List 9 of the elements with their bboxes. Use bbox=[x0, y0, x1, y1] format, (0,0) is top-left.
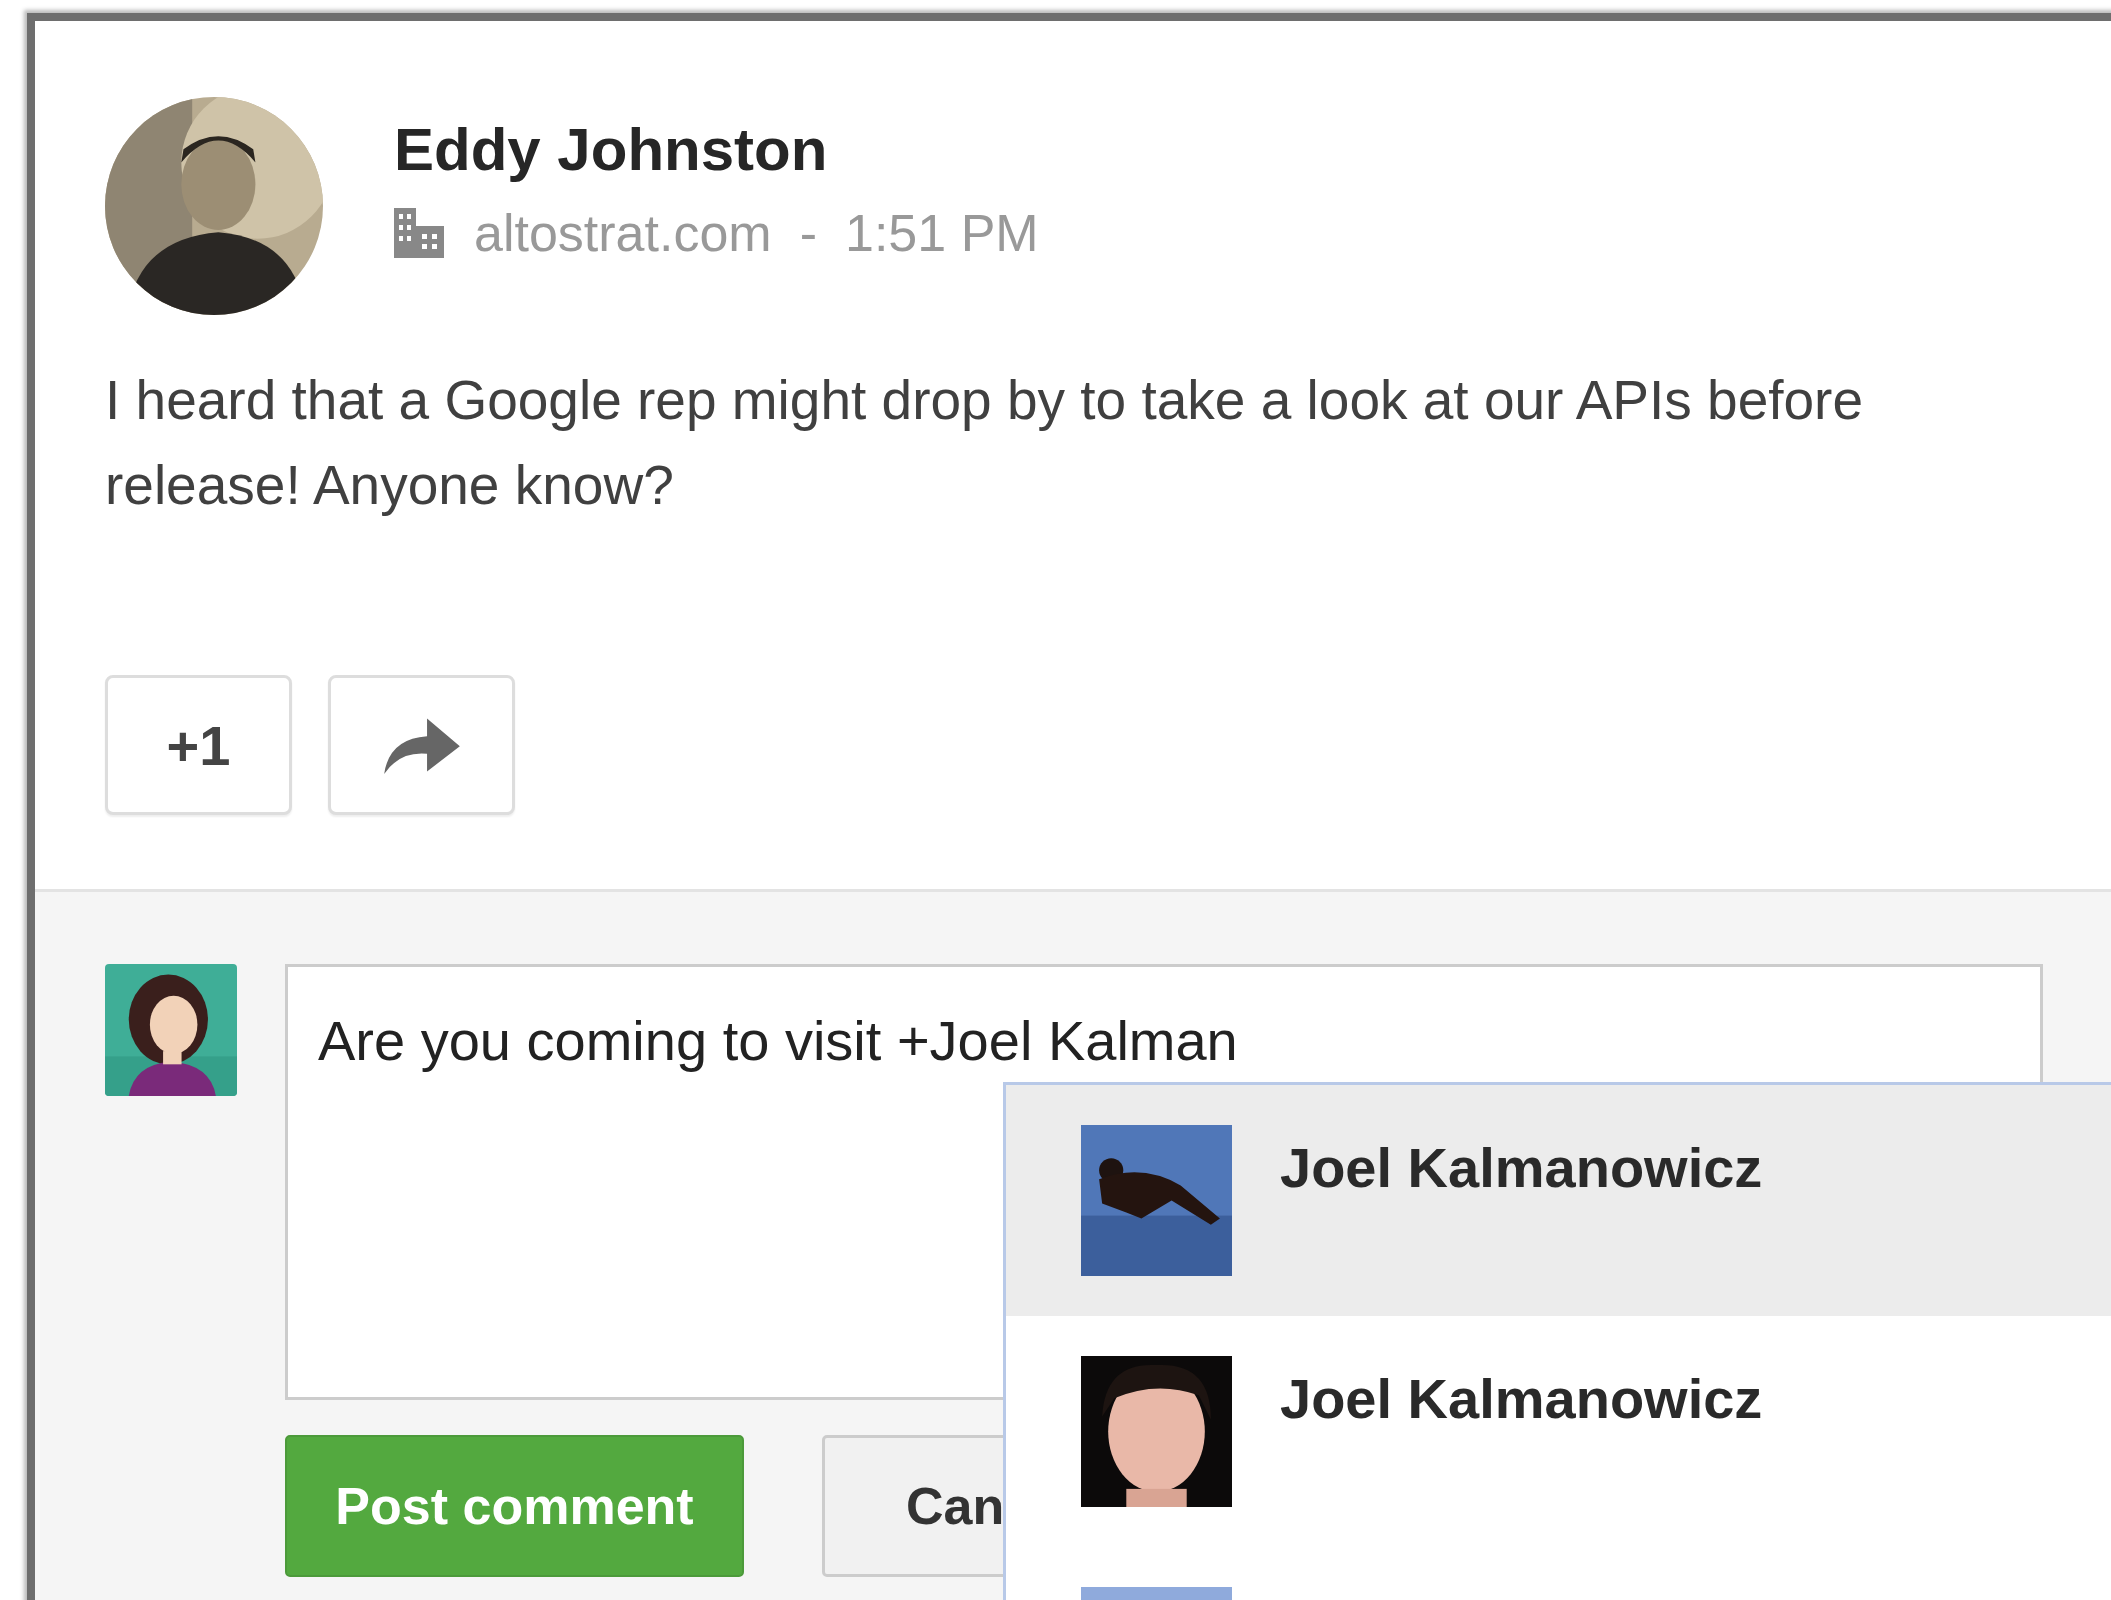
suggestion-item[interactable]: Joel Kalmanowicz bbox=[1006, 1085, 2111, 1316]
separator: - bbox=[799, 203, 817, 263]
suggestion-name: Joel Kalmanowicz bbox=[1280, 1135, 1763, 1200]
post-text: I heard that a Google rep might drop by to take a look at our APIs before release! Anyone know? bbox=[105, 368, 1864, 518]
plus-one-button[interactable]: +1 bbox=[105, 675, 292, 815]
author-name[interactable]: Eddy Johnston bbox=[394, 115, 1039, 185]
share-icon bbox=[383, 716, 460, 774]
share-button[interactable] bbox=[328, 675, 515, 815]
building-icon bbox=[394, 208, 444, 258]
